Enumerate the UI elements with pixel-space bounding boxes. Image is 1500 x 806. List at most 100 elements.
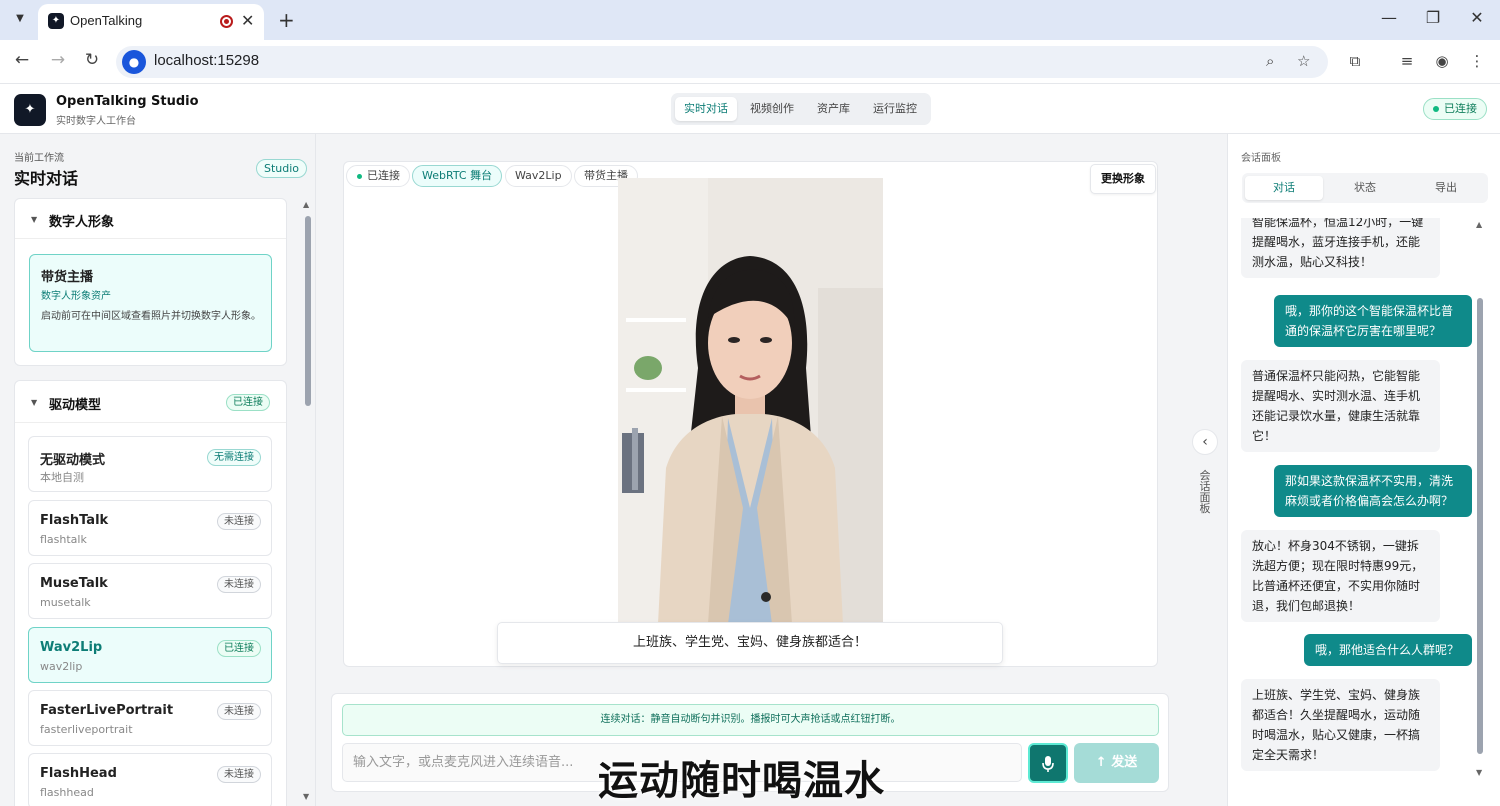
collapse-panel-button[interactable]: ‹: [1192, 429, 1218, 455]
model-id: musetalk: [40, 596, 91, 609]
close-tab-icon[interactable]: ✕: [241, 11, 254, 30]
model-name: FasterLivePortrait: [40, 703, 174, 718]
scroll-up-icon[interactable]: ▲: [1476, 220, 1482, 229]
menu-icon[interactable]: ⋮: [1466, 52, 1488, 70]
model-name: FlashHead: [40, 766, 117, 781]
model-name: MuseTalk: [40, 576, 108, 591]
microphone-button[interactable]: [1028, 743, 1068, 783]
send-label: 发送: [1111, 755, 1138, 770]
model-item[interactable]: MuseTalk musetalk 未连接: [28, 563, 272, 619]
model-name: 无驱动模式: [40, 453, 106, 468]
video-stage: 已连接 WebRTC 舞台 Wav2Lip 带货主播 更换形象 上班族、学生党、…: [343, 161, 1158, 667]
model-status-badge: 无需连接: [207, 449, 261, 466]
address-bar: ← → ↻ ● localhost:15298 ⌕ ☆ ⧉ ≡ ◉ ⋮: [0, 40, 1500, 84]
back-icon[interactable]: ←: [10, 50, 34, 70]
model-name: Wav2Lip: [40, 640, 103, 655]
user-message: 哦，那你的这个智能保温杯比普通的保温杯它厉害在哪里呢？: [1274, 295, 1472, 347]
swap-avatar-button[interactable]: 更换形象: [1090, 164, 1156, 194]
nav-tab-video[interactable]: 视频创作: [741, 97, 803, 121]
model-item[interactable]: 无驱动模式本地自测 无需连接: [28, 436, 272, 492]
nav-tab-realtime[interactable]: 实时对话: [675, 97, 737, 121]
main-nav: 实时对话 视频创作 资产库 运行监控: [671, 93, 931, 125]
stage-connected-tag: 已连接: [346, 165, 410, 187]
app-logo-icon: ✦: [14, 94, 46, 126]
model-status-badge: 未连接: [217, 766, 261, 783]
tab-status[interactable]: 状态: [1326, 176, 1404, 200]
left-panel: 当前工作流 实时对话 Studio ▼ 数字人形象 带货主播 数字人形象资产 启…: [0, 134, 316, 806]
omnibox[interactable]: ● localhost:15298 ⌕ ☆: [116, 46, 1328, 78]
tab-title: OpenTalking: [70, 13, 143, 28]
extensions-icon[interactable]: ⧉: [1344, 52, 1366, 70]
connection-status-badge: 已连接: [1423, 98, 1487, 120]
url-text[interactable]: localhost:15298: [154, 52, 259, 69]
nav-tab-assets[interactable]: 资产库: [808, 97, 859, 121]
model-tag: Wav2Lip: [505, 165, 572, 187]
nav-tab-monitor[interactable]: 运行监控: [864, 97, 926, 121]
favicon-icon: ✦: [48, 13, 64, 29]
assistant-message: 智能保温杯，恒温12小时，一键提醒喝水，蓝牙连接手机，还能测水温，贴心又科技！: [1241, 218, 1440, 278]
model-item[interactable]: Wav2Lip wav2lip 已连接: [28, 627, 272, 683]
arrow-up-icon: ↑: [1095, 755, 1112, 770]
assistant-message: 上班族、学生党、宝妈、健身族都适合！久坐提醒喝水，运动随时喝温水，贴心又健康，一…: [1241, 679, 1440, 771]
video-caption-overlay: 运动随时喝温水: [598, 758, 885, 804]
message-list: 智能保温杯，恒温12小时，一键提醒喝水，蓝牙连接手机，还能测水温，贴心又科技！ 哦…: [1228, 218, 1474, 780]
assistant-message: 放心！杯身304不锈钢，一键拆洗超方便；现在限时特惠99元，比普通杯还便宜，不实…: [1241, 530, 1440, 622]
collapse-panel-label[interactable]: 会话面板: [1196, 470, 1214, 514]
model-id: flashtalk: [40, 533, 87, 546]
model-id: flashhead: [40, 786, 94, 799]
browser-tab-bar: ▼ ✦ OpenTalking ✕ + — ❐ ✕: [0, 0, 1500, 40]
brand-subtitle: 实时数字人工作台: [56, 116, 136, 127]
scroll-down-icon[interactable]: ▼: [1476, 768, 1482, 777]
close-window-icon[interactable]: ✕: [1462, 8, 1492, 27]
zoom-icon[interactable]: ⌕: [1266, 52, 1274, 70]
restore-icon[interactable]: ❐: [1418, 8, 1448, 27]
media-control-icon[interactable]: ≡: [1396, 52, 1418, 70]
microphone-icon: [1042, 756, 1054, 772]
tab-export[interactable]: 导出: [1407, 176, 1485, 200]
microphone-icon[interactable]: ●: [122, 50, 146, 74]
tab-search-icon[interactable]: ▼: [8, 8, 32, 30]
tab-dialog[interactable]: 对话: [1245, 176, 1323, 200]
webrtc-stage-tag: WebRTC 舞台: [412, 165, 503, 187]
model-status-badge: 未连接: [217, 703, 261, 720]
model-name: FlashTalk: [40, 513, 109, 528]
chat-scrollbar[interactable]: ▲ ▼: [1473, 220, 1487, 782]
model-list: 无驱动模式 本地自测 无需连接 FlashTalk flashtalk 未连接 MuseTa…: [0, 134, 316, 806]
avatar-video: [618, 178, 883, 624]
user-message: 那如果这款保温杯不实用，清洗麻烦或者价格偏高会怎么办啊？: [1274, 465, 1472, 517]
new-tab-icon[interactable]: +: [278, 8, 295, 32]
model-status-badge: 已连接: [217, 640, 261, 657]
recording-icon: [220, 15, 233, 28]
profile-icon[interactable]: ◉: [1431, 52, 1453, 70]
app-header: ✦ OpenTalking Studio 实时数字人工作台 实时对话 视频创作 …: [0, 84, 1500, 134]
model-id: wav2lip: [40, 660, 83, 673]
assistant-message: 普通保温杯只能闷热，它能智能提醒喝水、实时测水温、连手机还能记录饮水量，健康生活…: [1241, 360, 1440, 452]
model-status-badge: 未连接: [217, 576, 261, 593]
bookmark-star-icon[interactable]: ☆: [1297, 52, 1310, 70]
session-panel: 会话面板 对话 状态 导出 智能保温杯，恒温12小时，一键提醒喝水，蓝牙连接手机…: [1227, 134, 1500, 806]
continuous-dialog-hint: 连续对话：静音自动断句并识别。播报时可大声抢话或点红钮打断。: [342, 704, 1159, 736]
avatar-portrait: [618, 178, 883, 624]
reload-icon[interactable]: ↻: [80, 50, 104, 70]
scrollbar-thumb[interactable]: [1477, 298, 1483, 754]
model-item[interactable]: FlashHead flashhead 未连接: [28, 753, 272, 806]
brand-title: OpenTalking Studio: [56, 94, 199, 109]
scroll-down-icon[interactable]: ▼: [303, 792, 309, 801]
model-item[interactable]: FlashTalk flashtalk 未连接: [28, 500, 272, 556]
send-button[interactable]: ↑ 发送: [1074, 743, 1159, 783]
scroll-up-icon[interactable]: ▲: [303, 200, 309, 209]
minimize-icon[interactable]: —: [1374, 8, 1404, 27]
chevron-left-icon: ‹: [1202, 434, 1208, 450]
left-scrollbar[interactable]: ▲ ▼: [302, 200, 314, 801]
model-id: 本地自测: [40, 471, 84, 484]
session-tabs: 对话 状态 导出: [1242, 173, 1488, 203]
browser-tab[interactable]: ✦ OpenTalking ✕: [38, 4, 264, 40]
session-panel-label: 会话面板: [1241, 153, 1281, 164]
model-item[interactable]: FasterLivePortrait fasterliveportrait 未连接: [28, 690, 272, 746]
model-id: fasterliveportrait: [40, 723, 133, 736]
model-status-badge: 未连接: [217, 513, 261, 530]
user-message: 哦，那他适合什么人群呢？: [1304, 634, 1472, 666]
stage-subtitle: 上班族、学生党、宝妈、健身族都适合！: [497, 622, 1003, 664]
scrollbar-thumb[interactable]: [305, 216, 311, 406]
forward-icon[interactable]: →: [46, 50, 70, 70]
